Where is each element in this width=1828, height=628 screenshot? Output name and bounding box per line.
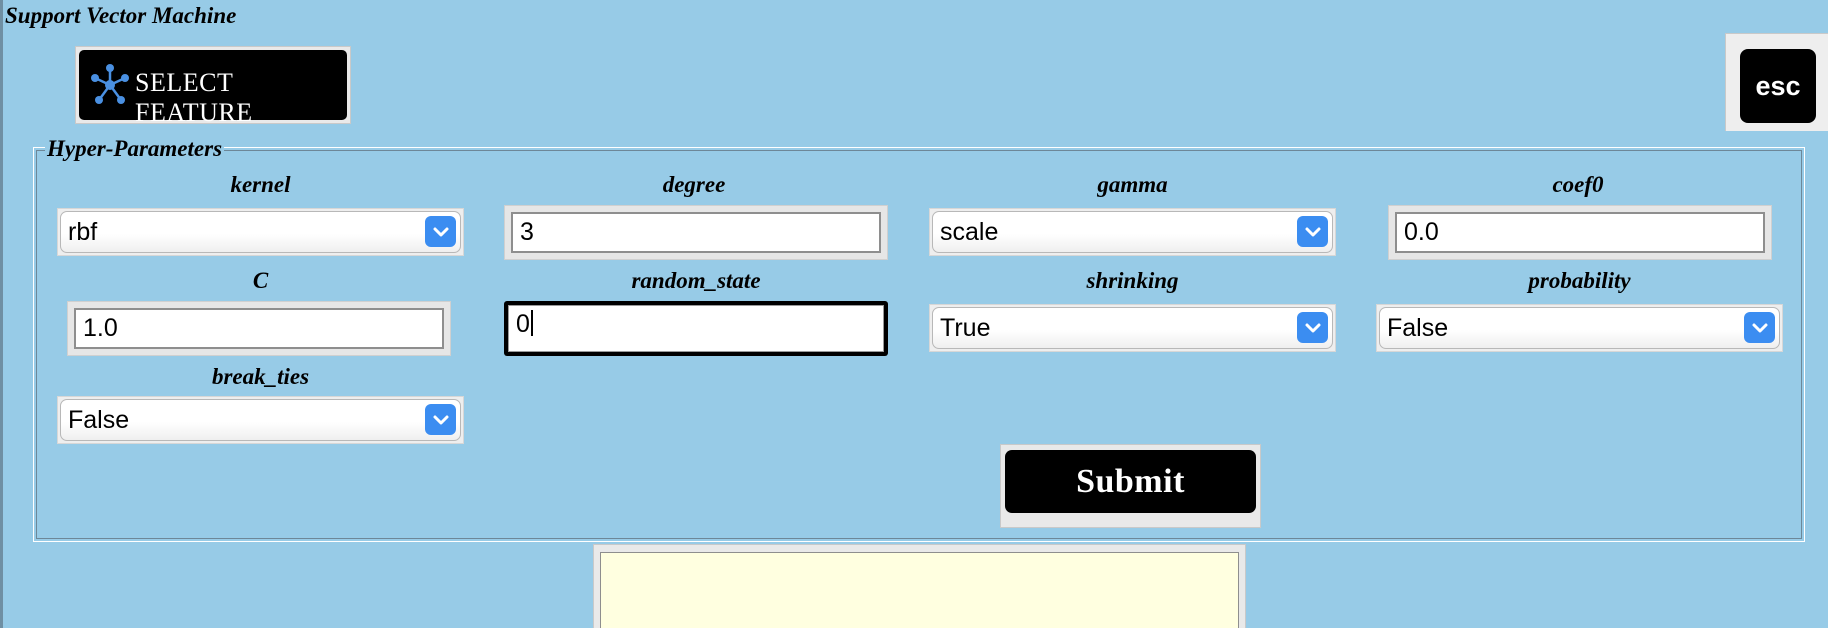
output-area-frame [593,544,1246,628]
output-text-area[interactable] [600,552,1239,628]
select-feature-button-frame: SELECT FEATURE [75,46,351,127]
esc-button-frame: esc [1725,33,1828,131]
c-field-frame: 1.0 [67,301,451,356]
esc-button[interactable]: esc [1740,49,1816,123]
submit-button[interactable]: Submit [1005,450,1256,513]
chevron-down-icon [1744,312,1775,343]
submit-button-frame: Submit [1000,444,1261,528]
select-feature-button[interactable]: SELECT FEATURE [79,50,347,127]
select-feature-label: SELECT FEATURE [135,68,253,127]
gamma-value: scale [940,218,999,246]
probability-dropdown-frame: False [1376,304,1783,352]
probability-dropdown[interactable]: False [1379,307,1780,349]
break-ties-label: break_ties [211,364,310,389]
gamma-dropdown-frame: scale [929,208,1336,256]
gamma-dropdown[interactable]: scale [932,211,1333,253]
kernel-label: kernel [230,172,291,197]
shrinking-label: shrinking [1086,268,1179,293]
c-label: C [252,268,269,293]
break-ties-dropdown-frame: False [57,396,464,444]
window-title: Support Vector Machine [5,3,237,28]
coef0-label: coef0 [1552,172,1604,197]
network-icon [91,64,129,104]
chevron-down-icon [1297,216,1328,247]
coef0-field-frame: 0.0 [1388,205,1772,260]
chevron-down-icon [1297,312,1328,343]
c-field[interactable]: 1.0 [74,308,444,349]
kernel-dropdown-frame: rbf [57,208,464,256]
chevron-down-icon [425,216,456,247]
kernel-dropdown[interactable]: rbf [60,211,461,253]
random-state-field-frame: 0 [504,301,888,356]
degree-label: degree [662,172,726,197]
random-state-value: 0 [516,310,530,338]
degree-field[interactable]: 3 [511,212,881,253]
coef0-field[interactable]: 0.0 [1395,212,1765,253]
random-state-field[interactable]: 0 [508,305,884,352]
probability-value: False [1387,314,1449,342]
gamma-label: gamma [1097,172,1168,197]
hyper-parameters-legend: Hyper-Parameters [45,136,225,162]
chevron-down-icon [425,404,456,435]
probability-label: probability [1528,268,1631,293]
break-ties-value: False [68,406,130,434]
break-ties-dropdown[interactable]: False [60,399,461,441]
window-left-border [0,0,3,628]
random-state-label: random_state [631,268,761,293]
degree-field-frame: 3 [504,205,888,260]
shrinking-dropdown[interactable]: True [932,307,1333,349]
kernel-value: rbf [68,218,98,246]
text-caret [530,310,533,336]
shrinking-value: True [940,314,991,342]
shrinking-dropdown-frame: True [929,304,1336,352]
